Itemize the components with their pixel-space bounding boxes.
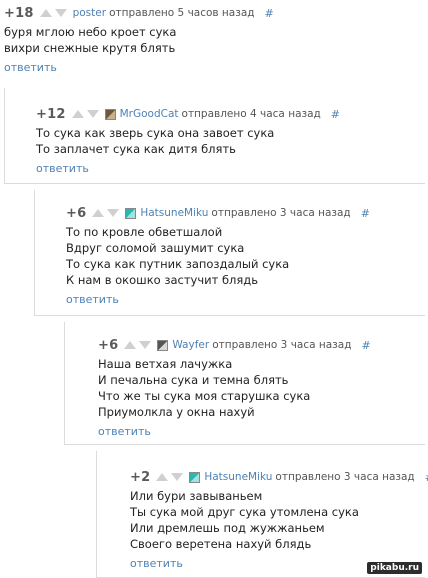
comment-line: Или дремлешь под жужжаньем — [130, 521, 325, 535]
vote-down-icon[interactable] — [139, 341, 152, 349]
comment-username[interactable]: HatsuneMiku — [204, 471, 272, 483]
comment-body: Наша ветхая лачужка И печальна сука и те… — [98, 356, 371, 420]
reply-link[interactable]: ответить — [66, 293, 119, 306]
comment: +12 MrGoodCat отправлено 4 часа назад # … — [36, 105, 340, 176]
comment-username[interactable]: Wayfer — [172, 339, 209, 351]
comment-header: +6 Wayfer отправлено 3 часа назад # — [98, 336, 371, 354]
comment-line: Что же ты сука моя старушка сука — [98, 389, 311, 403]
comment-line: Вдруг соломой зашумит сука — [66, 241, 245, 255]
reply-link[interactable]: ответить — [130, 557, 183, 570]
avatar-icon[interactable] — [104, 108, 116, 120]
avatar-icon[interactable] — [125, 207, 137, 219]
comment-timestamp: отправлено 3 часа назад — [211, 207, 351, 219]
comment-username[interactable]: poster — [73, 7, 106, 19]
vote-up-icon[interactable] — [71, 110, 84, 118]
vote-up-icon[interactable] — [39, 9, 52, 17]
site-watermark: pikabu.ru — [367, 562, 422, 574]
comment-username[interactable]: HatsuneMiku — [140, 207, 208, 219]
comment-username[interactable]: MrGoodCat — [120, 108, 179, 120]
reply-link[interactable]: ответить — [98, 425, 151, 438]
comment-rating: +2 — [130, 469, 151, 485]
comment-line: К нам в окошко застучит блядь — [66, 273, 259, 287]
comment-rating: +18 — [4, 5, 34, 21]
comment: +18 poster отправлено 5 часов назад # бу… — [4, 4, 274, 75]
comment-line: То сука как зверь сука она завоет сука — [36, 126, 275, 140]
comment-timestamp: отправлено 3 часа назад — [275, 471, 415, 483]
comment-line: буря мглою небо кроет сука — [4, 25, 177, 39]
vote-down-icon[interactable] — [171, 473, 184, 481]
reply-link[interactable]: ответить — [36, 162, 89, 175]
comment-header: +6 HatsuneMiku отправлено 3 часа назад # — [66, 204, 370, 222]
avatar-icon[interactable] — [157, 339, 169, 351]
vote-up-icon[interactable] — [92, 209, 105, 217]
vote-down-icon[interactable] — [54, 9, 67, 17]
comment-line: То сука как путник запоздалый сука — [66, 257, 290, 271]
comment-line: Наша ветхая лачужка — [98, 357, 233, 371]
vote-down-icon[interactable] — [107, 209, 120, 217]
comment-header: +2 HatsuneMiku отправлено 3 часа назад # — [130, 468, 428, 486]
comment-line: То по кровле обветшалой — [66, 225, 223, 239]
comment-permalink[interactable]: # — [265, 7, 274, 20]
vote-up-icon[interactable] — [156, 473, 169, 481]
vote-down-icon[interactable] — [86, 110, 99, 118]
comment-rating: +6 — [66, 205, 87, 221]
comment: +6 Wayfer отправлено 3 часа назад # Наша… — [98, 336, 371, 439]
comment: +6 HatsuneMiku отправлено 3 часа назад #… — [66, 204, 370, 307]
comment-permalink[interactable]: # — [361, 207, 370, 220]
comment-body: Или бури завываньем Ты сука мой друг сук… — [130, 488, 428, 552]
comment-permalink[interactable]: # — [361, 339, 370, 352]
comment-rating: +12 — [36, 106, 66, 122]
comment-line: То заплачет сука как дитя блять — [36, 142, 236, 156]
comment: +2 HatsuneMiku отправлено 3 часа назад #… — [130, 468, 428, 571]
comment-timestamp: отправлено 4 часа назад — [181, 108, 321, 120]
comment-rating: +6 — [98, 337, 119, 353]
comment-line: Или бури завываньем — [130, 489, 263, 503]
comment-header: +12 MrGoodCat отправлено 4 часа назад # — [36, 105, 340, 123]
comment-line: вихри снежные крутя блять — [4, 41, 176, 55]
comment-line: Приумолкла у окна нахуй — [98, 405, 255, 419]
comment-body: буря мглою небо кроет сука вихри снежные… — [4, 24, 274, 56]
avatar-icon[interactable] — [189, 471, 201, 483]
reply-link[interactable]: ответить — [4, 61, 57, 74]
comment-body: То сука как зверь сука она завоет сука Т… — [36, 125, 340, 157]
comment-header: +18 poster отправлено 5 часов назад # — [4, 4, 274, 22]
comment-timestamp: отправлено 5 часов назад — [109, 7, 255, 19]
comment-body: То по кровле обветшалой Вдруг соломой за… — [66, 224, 370, 288]
comment-timestamp: отправлено 3 часа назад — [212, 339, 352, 351]
comment-line: Своего веретена нахуй блядь — [130, 537, 312, 551]
comment-permalink[interactable]: # — [331, 108, 340, 121]
vote-up-icon[interactable] — [124, 341, 137, 349]
comment-line: Ты сука мой друг сука утомлена сука — [130, 505, 359, 519]
comment-line: И печальна сука и темна блять — [98, 373, 289, 387]
